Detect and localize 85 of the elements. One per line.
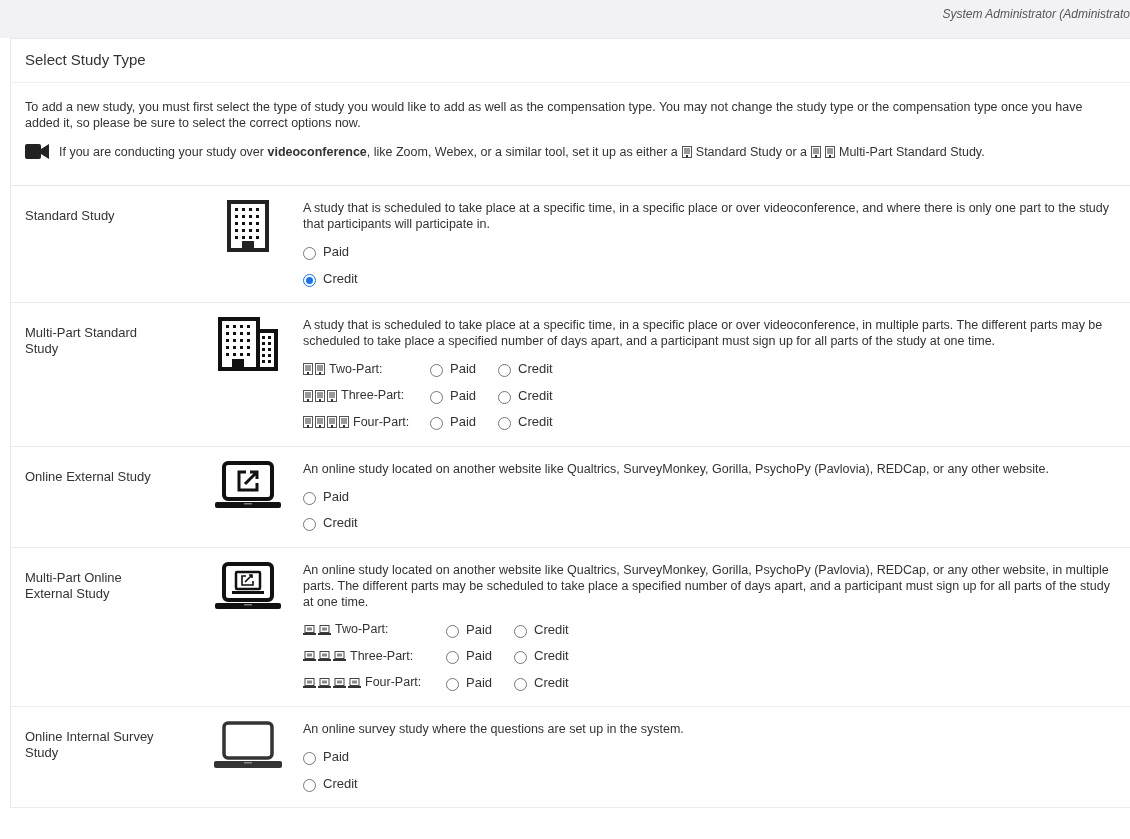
building-icon xyxy=(227,200,269,253)
part-label: Three-Part: xyxy=(350,647,414,665)
study-name: Online External Study xyxy=(25,468,152,485)
radio-button[interactable] xyxy=(430,417,443,430)
note-text: Multi-Part Standard Study. xyxy=(839,143,985,161)
radio-label: Paid xyxy=(450,360,477,379)
radio-label: Paid xyxy=(323,748,350,767)
radio-button[interactable] xyxy=(498,364,511,377)
laptop-icon xyxy=(303,624,316,635)
radio-button[interactable] xyxy=(514,651,527,664)
building-icon xyxy=(303,363,313,375)
study-description: An online study located on another website like Qualtrics, SurveyMonkey, Gorilla, PsychoPy (Pavlovia), REDCap, or any other website. xyxy=(303,460,1050,477)
radio-label: Credit xyxy=(518,413,553,432)
radio-label: Credit xyxy=(534,620,569,639)
study-description: An online survey study where the questions are set up in the system. xyxy=(303,721,685,738)
radio-button[interactable] xyxy=(303,247,316,260)
laptop-icon xyxy=(333,651,346,661)
radio-button[interactable] xyxy=(498,417,511,430)
radio-label: Credit xyxy=(534,647,569,666)
radio-label: Credit xyxy=(518,360,553,379)
building-icon xyxy=(315,389,325,402)
building-icon xyxy=(327,389,337,402)
building-icon xyxy=(303,416,313,428)
laptop-icon xyxy=(348,677,361,688)
building-icon xyxy=(811,145,821,158)
radio-label: Credit xyxy=(323,269,358,288)
radio-label: Paid xyxy=(466,673,493,692)
study-name: Multi-Part Standard Study xyxy=(25,325,138,358)
study-description: A study that is scheduled to take place at a specific time, in a specific place or over videoconference, and where there is only one part to the study that participants will participate in. xyxy=(303,200,1110,233)
study-name: Multi-Part Online External Study xyxy=(25,569,123,602)
building-icon xyxy=(315,363,325,375)
building-icon xyxy=(339,416,349,428)
building-icon xyxy=(681,145,692,158)
radio-button[interactable] xyxy=(303,273,316,287)
radio-label: Credit xyxy=(518,386,553,405)
radio-button[interactable] xyxy=(303,491,316,505)
radio-button[interactable] xyxy=(514,677,527,691)
radio-label: Paid xyxy=(466,647,493,666)
part-label: Two-Part: xyxy=(329,360,383,378)
part-label: Three-Part: xyxy=(341,387,405,405)
laptop-icon xyxy=(215,460,281,509)
laptop-icon xyxy=(214,721,282,770)
panel-title: Select Study Type xyxy=(25,50,147,70)
study-name: Standard Study xyxy=(25,208,116,225)
study-description: An online study located on another website like Qualtrics, SurveyMonkey, Gorilla, PsychoPy (Pavlovia), REDCap, or any other website, in multiple parts. The different parts may be scheduled to take place a specified number of days apart, and a participant must sign up for all parts of the study at one time. xyxy=(303,561,1111,610)
buildings-icon xyxy=(218,317,278,372)
radio-button[interactable] xyxy=(446,624,459,638)
laptop-icon xyxy=(303,677,316,688)
part-label: Four-Part: xyxy=(365,674,422,692)
laptop-icon xyxy=(215,561,281,610)
building-icon xyxy=(303,389,313,402)
radio-button[interactable] xyxy=(303,518,316,531)
note-text: If you are conducting your study over videoconference, like Zoom, Webex, or a similar tool, set it up as either a xyxy=(59,143,678,161)
radio-button[interactable] xyxy=(514,624,527,638)
part-label: Four-Part: xyxy=(353,413,410,431)
radio-button[interactable] xyxy=(446,677,459,691)
radio-label: Paid xyxy=(450,413,477,432)
radio-button[interactable] xyxy=(446,651,459,664)
intro-text: To add a new study, you must first select the type of study you would like to add as well as the compensation type. You may not change the study type or the compensation type once you have added it, so please be sure to select the correct options now. xyxy=(25,98,1084,131)
radio-button[interactable] xyxy=(430,390,443,404)
radio-label: Credit xyxy=(323,514,358,533)
building-icon xyxy=(825,145,835,158)
note-text: Standard Study or a xyxy=(695,143,807,161)
part-label: Two-Part: xyxy=(335,621,389,639)
radio-label: Paid xyxy=(466,620,493,639)
study-description: A study that is scheduled to take place at a specific time, in a specific place or over videoconference, in multiple parts. The different parts may be scheduled to take place a specified number of days apart, and a participant must sign up for all parts of the study at one time. xyxy=(303,317,1104,350)
radio-label: Paid xyxy=(323,487,350,506)
building-icon xyxy=(315,416,325,428)
radio-button[interactable] xyxy=(498,390,511,404)
radio-button[interactable] xyxy=(303,778,316,792)
radio-label: Credit xyxy=(323,774,358,793)
laptop-icon xyxy=(303,651,316,661)
radio-label: Paid xyxy=(323,243,350,262)
radio-button[interactable] xyxy=(303,752,316,765)
laptop-icon xyxy=(318,624,331,635)
video-camera-icon xyxy=(25,144,49,160)
radio-label: Paid xyxy=(450,386,477,405)
laptop-icon xyxy=(318,651,331,661)
study-name: Online Internal Survey Study xyxy=(25,729,155,762)
laptop-icon xyxy=(318,677,331,688)
laptop-icon xyxy=(333,677,346,688)
radio-button[interactable] xyxy=(430,364,443,377)
building-icon xyxy=(327,416,337,428)
radio-label: Credit xyxy=(534,673,569,692)
user-name: System Administrator (Administrato xyxy=(942,6,1130,23)
